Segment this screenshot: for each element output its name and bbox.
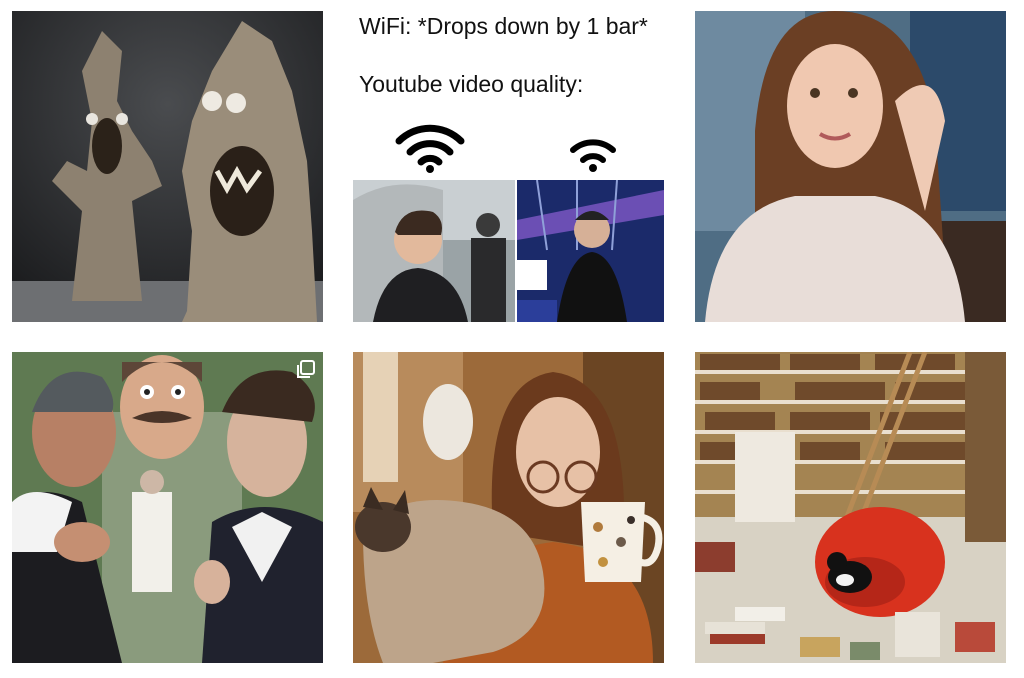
video-frame-low-quality — [517, 180, 664, 322]
multiple-images-icon — [297, 360, 315, 378]
post-woman-cat-mug[interactable] — [353, 352, 664, 663]
video-frame-high-quality — [353, 180, 515, 322]
post-image — [353, 352, 664, 663]
post-image — [695, 352, 1006, 663]
post-image — [695, 11, 1006, 322]
meme-caption-wifi: WiFi: *Drops down by 1 bar* — [359, 13, 648, 39]
meme-caption-quality: Youtube video quality: — [359, 71, 584, 97]
post-image — [12, 352, 323, 663]
post-tree-sculptures[interactable] — [12, 11, 323, 322]
post-men-in-suits[interactable] — [12, 352, 323, 663]
post-selfie-woman[interactable] — [695, 11, 1006, 322]
wifi-full-icon — [395, 124, 465, 173]
wifi-reduced-icon — [570, 139, 616, 172]
post-library-cat[interactable] — [695, 352, 1006, 663]
post-wifi-meme[interactable]: WiFi: *Drops down by 1 bar* Youtube vide… — [353, 11, 664, 322]
post-image — [12, 11, 323, 322]
